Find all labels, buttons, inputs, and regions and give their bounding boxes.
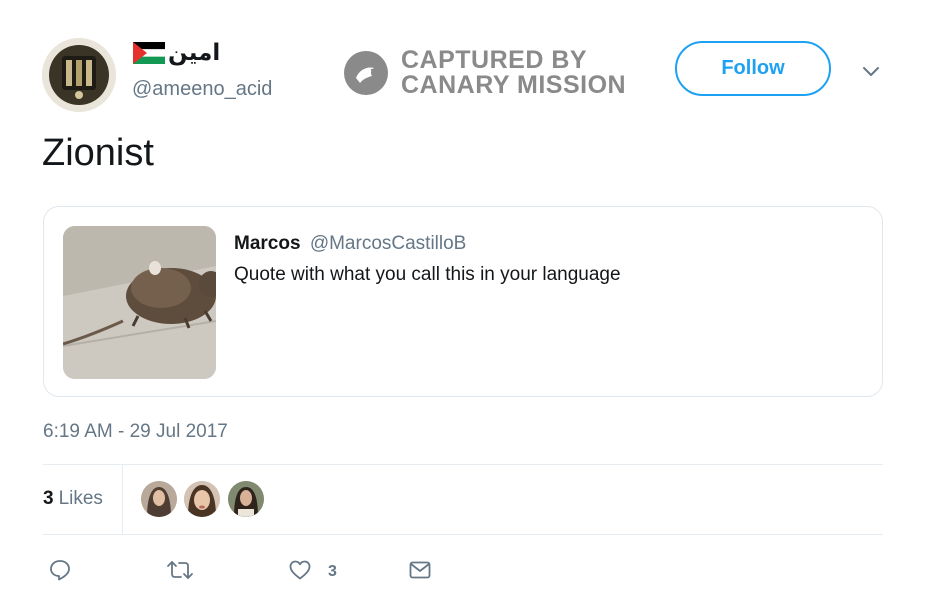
author-avatar[interactable] bbox=[42, 38, 116, 112]
quoted-tweet-header[interactable]: Marcos @MarcosCastilloB bbox=[234, 233, 466, 255]
liker-avatar-2[interactable] bbox=[184, 481, 220, 517]
watermark-line-1: CAPTURED BY bbox=[401, 46, 588, 74]
quoted-tweet-text: Quote with what you call this in your la… bbox=[234, 264, 621, 285]
author-handle[interactable]: @ameeno_acid bbox=[132, 78, 272, 101]
chevron-down-icon[interactable] bbox=[861, 62, 881, 82]
follow-button[interactable]: Follow bbox=[675, 41, 831, 96]
retweet-icon bbox=[167, 561, 193, 579]
canary-mission-watermark: CAPTURED BY CANARY MISSION bbox=[343, 48, 626, 98]
stats-divider-top bbox=[43, 464, 883, 465]
author-name-row[interactable]: امين bbox=[133, 38, 220, 68]
quoted-tweet-author-name: Marcos bbox=[234, 233, 301, 254]
envelope-icon bbox=[409, 561, 431, 579]
tweet-text: Zionist bbox=[42, 132, 154, 174]
retweet-button[interactable] bbox=[166, 558, 194, 582]
like-count: 3 bbox=[328, 563, 337, 580]
watermark-line-2: CANARY MISSION bbox=[401, 71, 627, 99]
like-button[interactable] bbox=[288, 558, 312, 582]
reply-button[interactable] bbox=[48, 558, 72, 582]
liker-avatar-3[interactable] bbox=[228, 481, 264, 517]
tweet-timestamp[interactable]: 6:19 AM - 29 Jul 2017 bbox=[43, 421, 228, 443]
direct-message-button[interactable] bbox=[408, 558, 432, 582]
heart-icon bbox=[289, 560, 311, 580]
likes-stat[interactable]: 3 Likes bbox=[43, 488, 103, 510]
quoted-tweet-card[interactable]: Marcos @MarcosCastilloB Quote with what … bbox=[43, 206, 883, 397]
likes-label: Likes bbox=[58, 488, 103, 509]
likes-count: 3 bbox=[43, 488, 54, 509]
canary-bird-logo-icon bbox=[344, 51, 388, 95]
quoted-tweet-image[interactable] bbox=[63, 226, 216, 379]
reply-icon bbox=[50, 560, 70, 581]
author-display-name: امين bbox=[168, 40, 221, 66]
quoted-tweet-author-handle: @MarcosCastilloB bbox=[309, 233, 467, 254]
stats-separator bbox=[122, 465, 123, 534]
palestine-flag-icon bbox=[133, 42, 165, 64]
liker-avatar-1[interactable] bbox=[141, 481, 177, 517]
actions-divider bbox=[43, 534, 883, 535]
